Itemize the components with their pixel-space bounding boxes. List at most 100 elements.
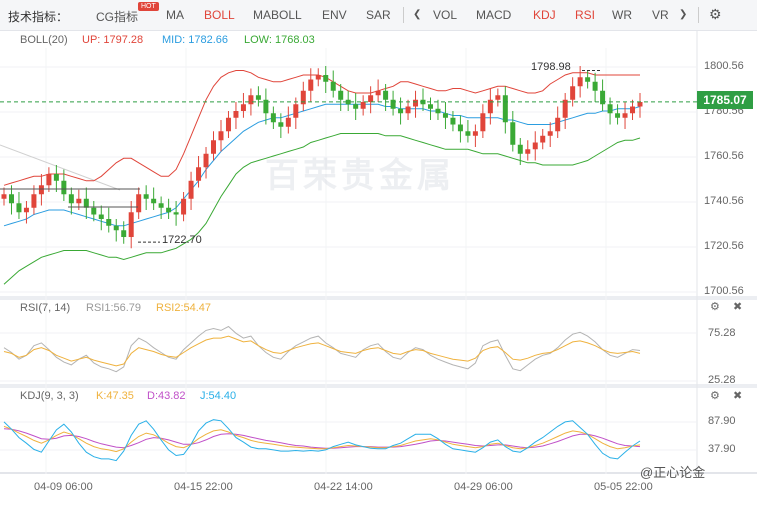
- rsi1-label: RSI1:56.79: [86, 302, 142, 314]
- kdj-j-line: [3, 419, 641, 462]
- candle-body: [517, 144, 523, 154]
- x-tick-label: 04-22 14:00: [314, 481, 373, 493]
- candle-body: [158, 203, 164, 208]
- candle-body: [106, 219, 112, 226]
- candle-body: [188, 180, 194, 199]
- gear-icon[interactable]: ⚙: [710, 389, 720, 402]
- candle-body: [285, 117, 291, 127]
- candle-body: [136, 194, 142, 213]
- candle-body: [68, 194, 74, 204]
- candle-body: [413, 99, 419, 107]
- candle-body: [233, 111, 239, 118]
- kdj-d-line: [3, 428, 641, 449]
- candle-body: [480, 113, 486, 132]
- candle-body: [83, 198, 89, 208]
- candle-body: [592, 81, 598, 91]
- brand-watermark: @正心论金: [640, 465, 706, 480]
- candle-body: [113, 225, 119, 231]
- candle-body: [38, 185, 44, 195]
- candle-body: [465, 131, 471, 136]
- kdj-k-label: K:47.35: [96, 390, 134, 402]
- candle-body: [240, 104, 246, 112]
- candle-body: [128, 212, 134, 238]
- candle-body: [615, 113, 621, 118]
- candle-body: [196, 167, 202, 181]
- panel-divider: [0, 384, 757, 388]
- candle-body: [457, 124, 463, 132]
- x-tick-label: 05-05 22:00: [594, 481, 653, 493]
- y-tick-label: 1800.56: [704, 60, 744, 72]
- candle-body: [427, 104, 433, 109]
- candle-body: [143, 194, 149, 199]
- candle-body: [248, 95, 254, 105]
- candle-body: [31, 194, 37, 208]
- close-icon[interactable]: ✖: [733, 389, 742, 402]
- candle-body: [53, 174, 59, 181]
- chart-canvas: [0, 30, 757, 474]
- candle-body: [383, 90, 389, 100]
- candle-body: [375, 90, 381, 96]
- candle-body: [532, 142, 538, 150]
- x-tick-label: 04-29 06:00: [454, 481, 513, 493]
- candle-body: [502, 95, 508, 123]
- kdj-legend-name: KDJ(9, 3, 3): [20, 390, 79, 402]
- candle-body: [622, 113, 628, 118]
- boll-legend-name: BOLL(20): [20, 34, 68, 46]
- candle-body: [91, 207, 97, 215]
- candle-body: [450, 117, 456, 125]
- current-price-tag: 1785.07: [697, 91, 753, 109]
- candle-body: [255, 95, 261, 100]
- candle-body: [510, 122, 516, 145]
- candle-body: [540, 135, 546, 143]
- trend-line: [0, 144, 121, 191]
- candle-body: [218, 131, 224, 141]
- candle-body: [577, 77, 583, 87]
- candle-body: [405, 106, 411, 114]
- candle-body: [203, 153, 209, 168]
- candle-body: [225, 117, 231, 132]
- candle-body: [585, 77, 591, 82]
- candle-body: [495, 95, 501, 100]
- candle-body: [293, 104, 299, 118]
- rsi-legend-name: RSI(7, 14): [20, 302, 71, 314]
- x-tick-label: 04-09 06:00: [34, 481, 93, 493]
- candle-body: [315, 75, 321, 80]
- rsi2-label: RSI2:54.47: [156, 302, 212, 314]
- boll-low-label: LOW: 1768.03: [244, 34, 315, 46]
- candle-body: [98, 214, 104, 220]
- candle-body: [76, 198, 82, 204]
- rsi-y-tick: 25.28: [708, 374, 736, 386]
- candle-body: [353, 104, 359, 109]
- candle-body: [121, 230, 127, 238]
- boll-mid-label: MID: 1782.66: [162, 34, 229, 46]
- close-icon[interactable]: ✖: [733, 300, 742, 313]
- candle-body: [555, 117, 561, 132]
- candle-body: [181, 198, 187, 215]
- candle-body: [338, 90, 344, 100]
- candle-body: [151, 198, 157, 204]
- max-price-label: 1798.98: [531, 61, 571, 73]
- candle-body: [368, 95, 374, 103]
- candle-body: [16, 203, 22, 213]
- candle-body: [442, 113, 448, 118]
- candle-body: [570, 86, 576, 100]
- candle-body: [323, 75, 329, 82]
- y-tick-label: 1760.56: [704, 150, 744, 162]
- min-price-label: 1722.70: [162, 234, 202, 246]
- candle-body: [472, 131, 478, 136]
- watermark: 百荣贵金属: [265, 157, 455, 195]
- candle-body: [61, 180, 67, 195]
- candle-body: [278, 122, 284, 127]
- candle-body: [525, 149, 531, 154]
- candle-body: [211, 140, 217, 154]
- candle-body: [630, 106, 636, 114]
- kdj-y-tick: 37.90: [708, 443, 736, 455]
- candle-body: [607, 104, 613, 114]
- candle-body: [562, 99, 568, 118]
- candle-body: [637, 102, 643, 107]
- candle-body: [360, 102, 366, 109]
- rsi2-line: [3, 335, 641, 367]
- candle-body: [173, 212, 179, 215]
- rsi-y-tick: 75.28: [708, 327, 736, 339]
- gear-icon[interactable]: ⚙: [710, 300, 720, 313]
